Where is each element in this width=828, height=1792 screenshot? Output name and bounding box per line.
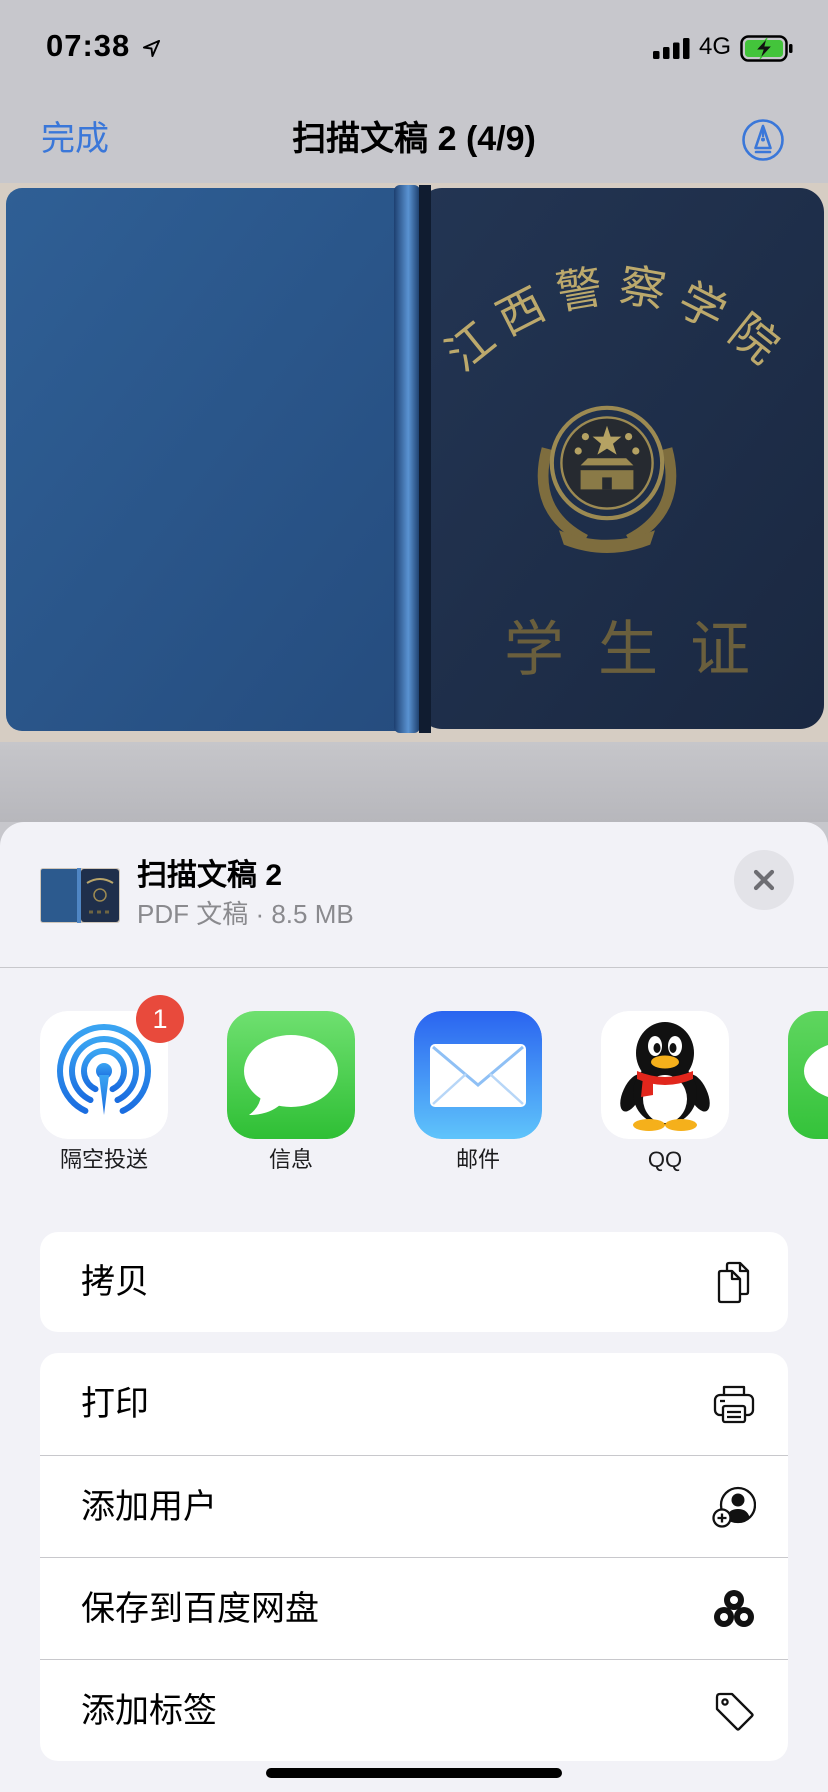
app-label: 隔空投送 bbox=[59, 1147, 148, 1172]
copy-icon bbox=[712, 1260, 756, 1304]
network-type: 4G bbox=[699, 33, 732, 60]
action-add-user[interactable]: 添加用户 bbox=[40, 1455, 788, 1557]
notification-badge: 1 bbox=[136, 995, 184, 1043]
navigation-bar: 完成 扫描文稿 2 (4/9) bbox=[0, 90, 828, 183]
mail-icon bbox=[414, 1011, 542, 1139]
document-thumbnail bbox=[40, 868, 120, 923]
baidu-netdisk-icon bbox=[712, 1587, 756, 1631]
spine bbox=[394, 185, 420, 733]
location-arrow-icon bbox=[142, 39, 161, 58]
action-save-baidu-netdisk[interactable]: 保存到百度网盘 bbox=[40, 1557, 788, 1659]
action-label: 添加标签 bbox=[81, 1691, 217, 1730]
close-icon bbox=[734, 850, 794, 910]
cellular-signal-icon bbox=[653, 38, 690, 59]
action-copy[interactable]: 拷贝 bbox=[40, 1232, 788, 1332]
status-time: 07:38 bbox=[46, 28, 131, 63]
action-label: 保存到百度网盘 bbox=[81, 1589, 319, 1628]
copy-action-group: 拷贝 bbox=[40, 1232, 788, 1332]
add-person-icon bbox=[712, 1485, 756, 1529]
share-sheet: 扫描文稿 2 PDF 文稿 · 8.5 MB 1 隔空投送 信息 邮件 QQ 拷… bbox=[0, 822, 828, 1792]
dimmed-background bbox=[0, 742, 828, 822]
done-button[interactable]: 完成 bbox=[41, 119, 109, 159]
card-title-text: 学生证 bbox=[504, 615, 750, 685]
qq-penguin-icon bbox=[601, 1011, 729, 1139]
status-bar: 07:38 4G bbox=[0, 0, 828, 90]
chat-bubble-app-icon bbox=[788, 1011, 828, 1139]
app-label: 邮件 bbox=[455, 1147, 500, 1172]
action-list: 打印 添加用户 保存到百度网盘 添加标签 bbox=[40, 1353, 788, 1761]
left-cover bbox=[6, 188, 418, 731]
printer-icon bbox=[712, 1382, 756, 1426]
app-label: 信息 bbox=[268, 1147, 313, 1172]
action-label: 打印 bbox=[81, 1385, 149, 1423]
action-label: 拷贝 bbox=[81, 1263, 149, 1301]
close-button[interactable] bbox=[734, 850, 794, 910]
share-app-qq[interactable]: QQ bbox=[601, 1011, 729, 1177]
share-app-airdrop[interactable]: 1 隔空投送 bbox=[40, 995, 184, 1177]
markup-pen-icon[interactable] bbox=[741, 118, 785, 162]
battery-charging-icon bbox=[740, 35, 794, 62]
page-title: 扫描文稿 2 (4/9) bbox=[292, 120, 536, 158]
action-add-tag[interactable]: 添加标签 bbox=[40, 1659, 788, 1761]
share-app-partial[interactable] bbox=[788, 1011, 828, 1139]
app-label: QQ bbox=[647, 1147, 683, 1172]
messages-icon bbox=[227, 1011, 355, 1139]
document-page-image: 江西警察学院 学生证 bbox=[0, 183, 828, 742]
tag-icon bbox=[712, 1689, 756, 1733]
share-app-mail[interactable]: 邮件 bbox=[414, 1011, 542, 1177]
file-meta: PDF 文稿 · 8.5 MB bbox=[137, 899, 354, 929]
action-print[interactable]: 打印 bbox=[40, 1353, 788, 1455]
spine-shadow bbox=[419, 185, 431, 733]
action-label: 添加用户 bbox=[81, 1487, 217, 1526]
file-name: 扫描文稿 2 bbox=[137, 859, 283, 892]
share-app-messages[interactable]: 信息 bbox=[227, 1011, 355, 1177]
home-indicator[interactable] bbox=[266, 1768, 562, 1778]
header-divider bbox=[0, 967, 828, 968]
